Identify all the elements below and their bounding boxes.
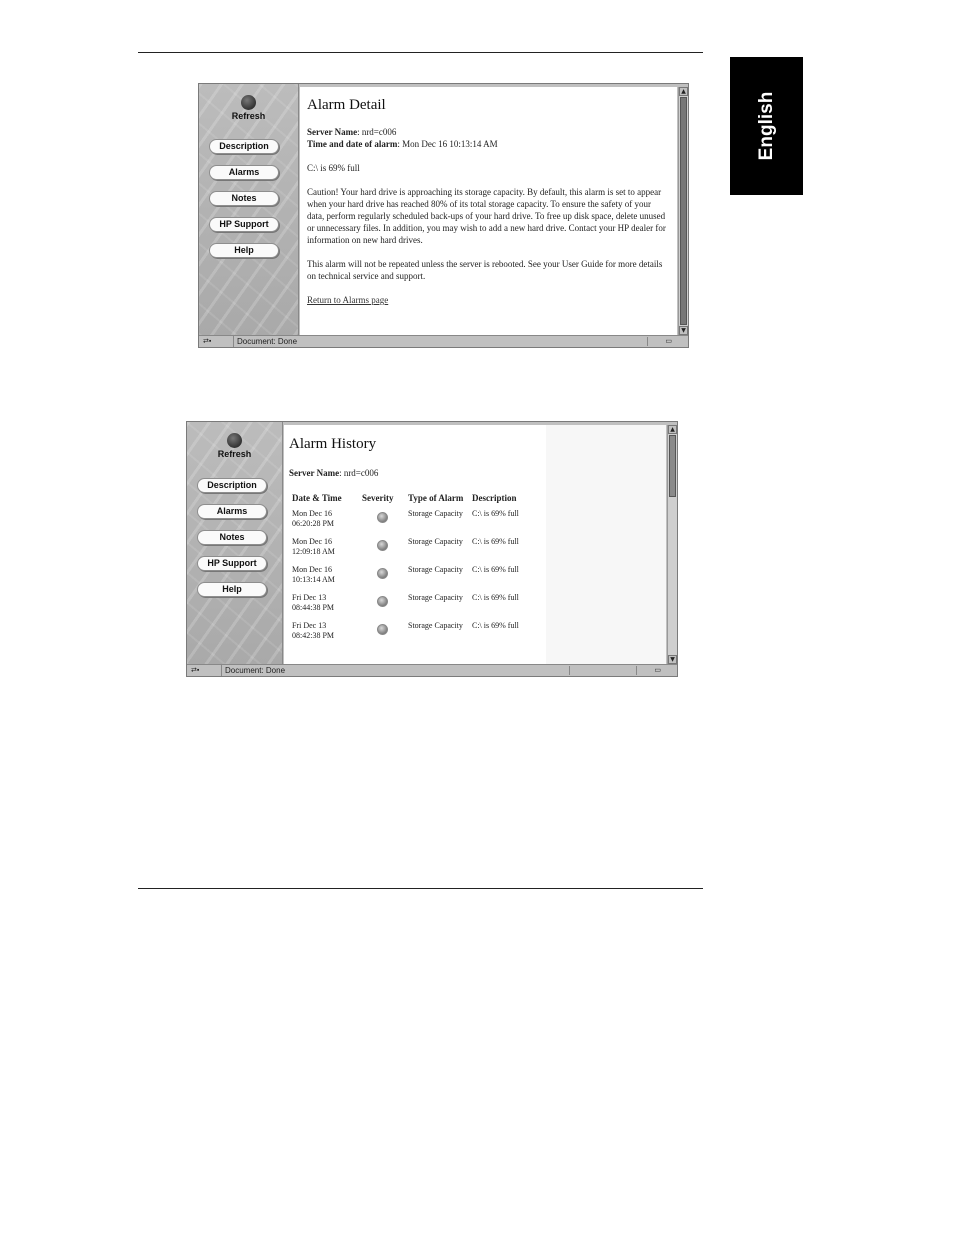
language-tab: English: [730, 57, 803, 195]
nav-help-button[interactable]: Help: [197, 582, 267, 597]
alarm-caution-text: Caution! Your hard drive is approaching …: [307, 187, 666, 245]
scroll-up-arrow-icon[interactable]: ▲: [668, 425, 677, 434]
severity-dot-icon: [376, 568, 388, 579]
row-datetime: Mon Dec 16 06:20:28 PM: [292, 509, 335, 528]
row-type: Storage Capacity: [408, 565, 463, 574]
row-datetime: Mon Dec 16 12:09:18 AM: [292, 537, 335, 556]
return-to-alarms-link[interactable]: Return to Alarms page: [307, 295, 388, 305]
table-row: Mon Dec 16 12:09:18 AM Storage Capacity …: [289, 537, 533, 565]
vertical-scrollbar[interactable]: ▲ ▼: [667, 425, 677, 664]
status-bar: ⇄▪ Document: Done ▭: [187, 664, 677, 676]
server-name-label: Server Name: [307, 127, 358, 137]
severity-dot-icon: [376, 540, 388, 551]
page-title: Alarm History: [289, 436, 377, 452]
refresh-label: Refresh: [231, 111, 266, 121]
row-datetime: Fri Dec 13 08:44:38 PM: [292, 593, 335, 612]
table-header-row: Date & Time Severity Type of Alarm Descr…: [289, 493, 533, 509]
column-header-type: Type of Alarm: [408, 493, 464, 503]
scroll-down-arrow-icon[interactable]: ▼: [679, 326, 688, 335]
table-row: Mon Dec 16 10:13:14 AM Storage Capacity …: [289, 565, 533, 593]
row-description[interactable]: C:\ is 69% full: [469, 621, 533, 649]
column-header-description: Description: [472, 493, 517, 503]
scroll-up-arrow-icon[interactable]: ▲: [679, 87, 688, 96]
nav-help-button[interactable]: Help: [209, 243, 279, 258]
nav-hp-support-button[interactable]: HP Support: [197, 556, 267, 571]
status-divider: [636, 666, 637, 675]
row-severity: [359, 565, 405, 593]
server-name-value: : nrd=c006: [339, 468, 379, 478]
nav-hp-support-button[interactable]: HP Support: [209, 217, 279, 232]
row-datetime: Fri Dec 13 08:42:38 PM: [292, 621, 335, 640]
nav-alarms-button[interactable]: Alarms: [197, 504, 267, 519]
refresh-dot-icon: [241, 95, 256, 110]
nav-description-button[interactable]: Description: [209, 139, 279, 154]
alarm-time-value: : Mon Dec 16 10:13:14 AM: [397, 139, 498, 149]
scroll-down-arrow-icon[interactable]: ▼: [668, 655, 677, 664]
scroll-thumb[interactable]: [680, 97, 687, 325]
refresh-dot-icon: [227, 433, 242, 448]
row-type: Storage Capacity: [408, 509, 463, 518]
server-name-label: Server Name: [289, 468, 340, 478]
vertical-scrollbar[interactable]: ▲ ▼: [678, 87, 688, 335]
server-name-line: Server Name: nrd=c006: [289, 467, 661, 479]
page-title: Alarm Detail: [307, 97, 386, 113]
security-lock-icon: ▭: [665, 338, 672, 345]
row-description[interactable]: C:\ is 69% full: [469, 565, 533, 593]
alarm-history-table: Date & Time Severity Type of Alarm Descr…: [289, 493, 533, 649]
table-row: Mon Dec 16 06:20:28 PM Storage Capacity …: [289, 509, 533, 537]
row-severity: [359, 509, 405, 537]
nav-notes-button[interactable]: Notes: [197, 530, 267, 545]
row-severity: [359, 621, 405, 649]
row-description[interactable]: C:\ is 69% full: [469, 593, 533, 621]
status-bar: ⇄▪ Document: Done ▭: [199, 335, 688, 347]
security-lock-icon: ▭: [654, 667, 661, 674]
severity-dot-icon: [376, 624, 388, 635]
table-row: Fri Dec 13 08:42:38 PM Storage Capacity …: [289, 621, 533, 649]
network-status-icon: ⇄▪: [203, 338, 212, 345]
severity-dot-icon: [376, 512, 388, 523]
server-name-value: : nrd=c006: [357, 127, 397, 137]
refresh-button[interactable]: Refresh: [199, 95, 298, 121]
nav-alarms-button[interactable]: Alarms: [209, 165, 279, 180]
column-header-severity: Severity: [362, 493, 394, 503]
nav-notes-button[interactable]: Notes: [209, 191, 279, 206]
bottom-rule: [138, 888, 703, 889]
nav-sidebar: Refresh Description Alarms Notes HP Supp…: [199, 84, 299, 335]
alarm-history-content: Alarm History Server Name: nrd=c006 Date…: [284, 425, 666, 664]
language-tab-label: English: [755, 91, 777, 161]
status-divider: [647, 337, 648, 346]
alarm-repeat-note: This alarm will not be repeated unless t…: [307, 259, 663, 281]
row-description[interactable]: C:\ is 69% full: [469, 509, 533, 537]
scroll-thumb[interactable]: [669, 435, 676, 497]
alarm-detail-window: Refresh Description Alarms Notes HP Supp…: [198, 83, 689, 348]
table-row: Fri Dec 13 08:44:38 PM Storage Capacity …: [289, 593, 533, 621]
severity-dot-icon: [376, 596, 388, 607]
top-rule: [138, 52, 703, 53]
row-type: Storage Capacity: [408, 621, 463, 630]
status-text: Document: Done: [233, 336, 297, 347]
server-name-line: Server Name: nrd=c006: [307, 126, 670, 138]
network-status-icon: ⇄▪: [191, 667, 200, 674]
status-text: Document: Done: [221, 665, 285, 676]
row-type: Storage Capacity: [408, 537, 463, 546]
row-severity: [359, 537, 405, 565]
alarm-time-line: Time and date of alarm: Mon Dec 16 10:13…: [307, 138, 670, 150]
nav-description-button[interactable]: Description: [197, 478, 267, 493]
alarm-summary: C:\ is 69% full: [307, 163, 360, 173]
alarm-detail-content: Alarm Detail Server Name: nrd=c006 Time …: [300, 87, 677, 335]
alarm-time-label: Time and date of alarm: [307, 139, 398, 149]
row-type: Storage Capacity: [408, 593, 463, 602]
nav-sidebar: Refresh Description Alarms Notes HP Supp…: [187, 422, 283, 664]
status-divider: [569, 666, 570, 675]
refresh-label: Refresh: [217, 449, 252, 459]
alarm-history-window: Refresh Description Alarms Notes HP Supp…: [186, 421, 678, 677]
row-datetime: Mon Dec 16 10:13:14 AM: [292, 565, 335, 584]
row-severity: [359, 593, 405, 621]
refresh-button[interactable]: Refresh: [187, 433, 282, 459]
row-description[interactable]: C:\ is 69% full: [469, 537, 533, 565]
column-header-datetime: Date & Time: [292, 493, 342, 503]
